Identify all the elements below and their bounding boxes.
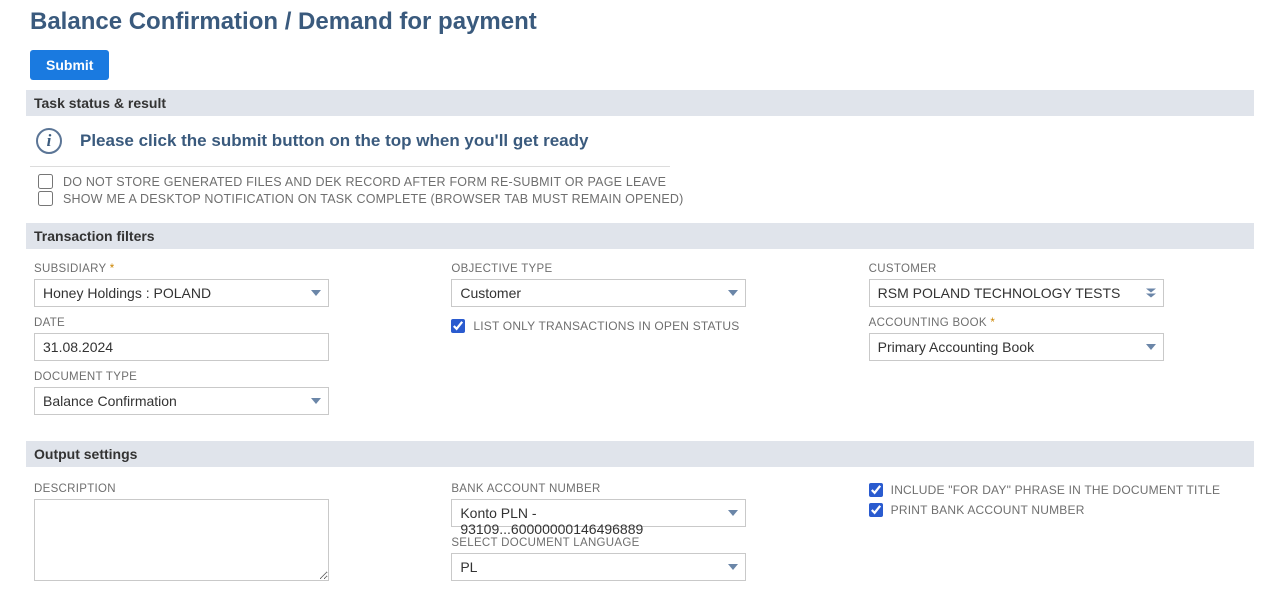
divider: [30, 166, 670, 167]
page-title: Balance Confirmation / Demand for paymen…: [30, 8, 1250, 36]
info-icon: i: [36, 128, 62, 154]
description-textarea[interactable]: [34, 499, 329, 581]
label-objective-type: OBJECTIVE TYPE: [451, 263, 828, 275]
info-row: i Please click the submit button on the …: [30, 124, 1250, 162]
subsidiary-value: Honey Holdings : POLAND: [34, 279, 329, 307]
label-do-not-store: DO NOT STORE GENERATED FILES AND DEK REC…: [63, 175, 666, 189]
label-list-open: LIST ONLY TRANSACTIONS IN OPEN STATUS: [473, 319, 739, 333]
info-message: Please click the submit button on the to…: [80, 131, 588, 151]
doc-language-value: PL: [451, 553, 746, 581]
label-accounting-book: ACCOUNTING BOOK *: [869, 317, 1246, 329]
accounting-book-value: Primary Accounting Book: [869, 333, 1164, 361]
submit-button[interactable]: Submit: [30, 50, 109, 80]
section-output-settings: Output settings: [26, 441, 1254, 467]
accounting-book-select[interactable]: Primary Accounting Book: [869, 333, 1164, 361]
label-subsidiary: SUBSIDIARY *: [34, 263, 411, 275]
checkbox-show-notification[interactable]: [38, 191, 53, 206]
document-type-select[interactable]: Balance Confirmation: [34, 387, 329, 415]
checkbox-print-bank[interactable]: [869, 503, 883, 517]
objective-type-value: Customer: [451, 279, 746, 307]
label-include-for-day: INCLUDE "FOR DAY" PHRASE IN THE DOCUMENT…: [891, 483, 1221, 497]
label-print-bank: PRINT BANK ACCOUNT NUMBER: [891, 503, 1085, 517]
label-show-notification: SHOW ME A DESKTOP NOTIFICATION ON TASK C…: [63, 192, 683, 206]
label-date: DATE: [34, 317, 411, 329]
doc-language-select[interactable]: PL: [451, 553, 746, 581]
label-customer: CUSTOMER: [869, 263, 1246, 275]
bank-account-value: Konto PLN - 93109...60000000146496889: [451, 499, 746, 527]
document-type-value: Balance Confirmation: [34, 387, 329, 415]
checkbox-do-not-store[interactable]: [38, 174, 53, 189]
customer-select[interactable]: RSM POLAND TECHNOLOGY TESTS: [869, 279, 1164, 307]
label-doc-language: SELECT DOCUMENT LANGUAGE: [451, 537, 828, 549]
label-description: DESCRIPTION: [34, 483, 411, 495]
checkbox-list-open[interactable]: [451, 319, 465, 333]
checkbox-include-for-day[interactable]: [869, 483, 883, 497]
subsidiary-select[interactable]: Honey Holdings : POLAND: [34, 279, 329, 307]
label-document-type: DOCUMENT TYPE: [34, 371, 411, 383]
date-input[interactable]: [34, 333, 329, 361]
section-transaction-filters: Transaction filters: [26, 223, 1254, 249]
label-bank-account: BANK ACCOUNT NUMBER: [451, 483, 828, 495]
customer-value: RSM POLAND TECHNOLOGY TESTS: [869, 279, 1164, 307]
section-task-status: Task status & result: [26, 90, 1254, 116]
bank-account-select[interactable]: Konto PLN - 93109...60000000146496889: [451, 499, 746, 527]
objective-type-select[interactable]: Customer: [451, 279, 746, 307]
